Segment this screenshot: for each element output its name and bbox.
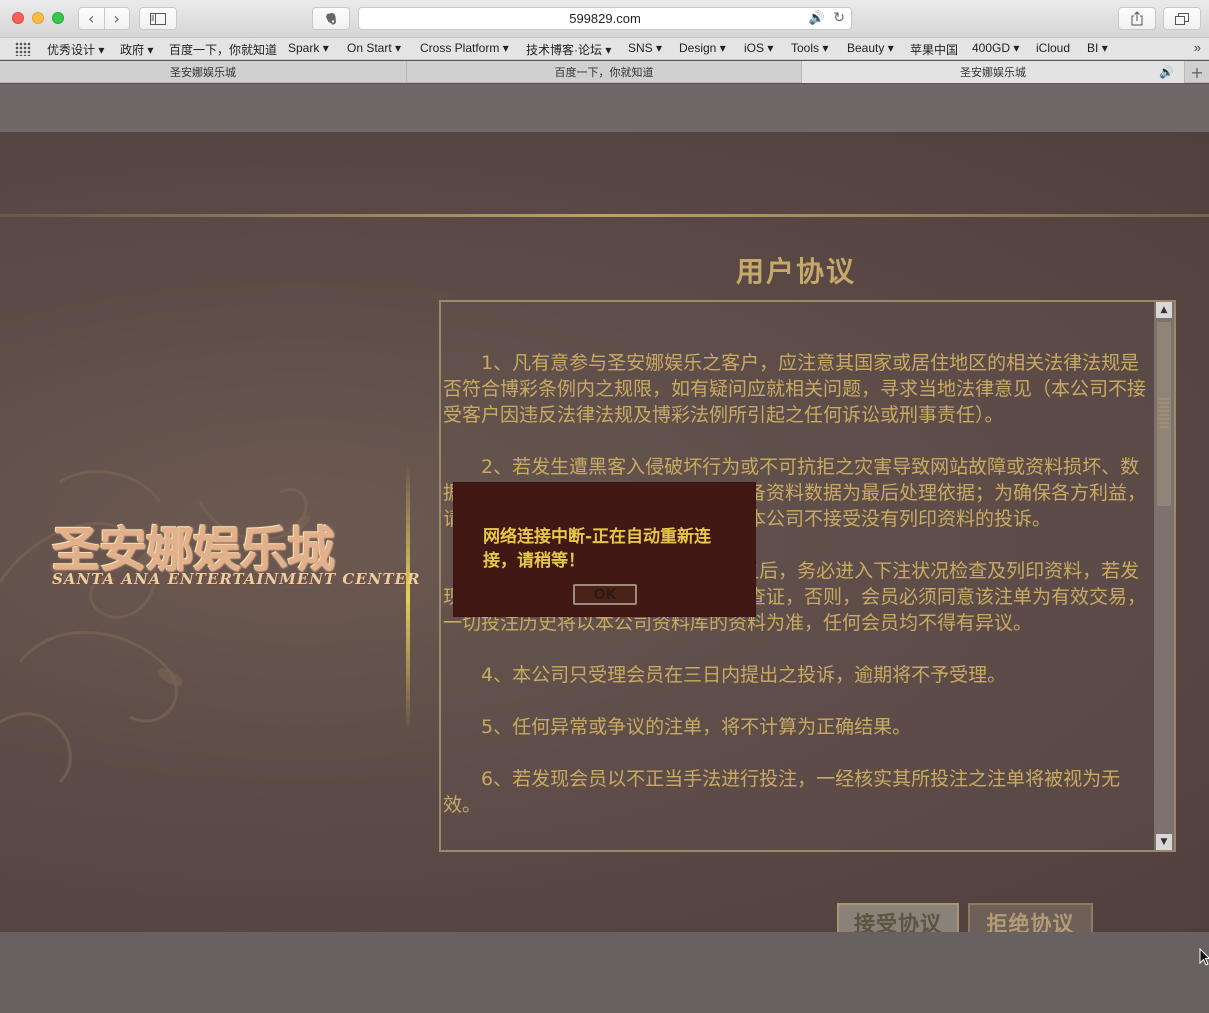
page-bottom-band <box>0 932 1209 1013</box>
window-zoom-button[interactable] <box>52 12 64 24</box>
bookmarks-overflow-icon[interactable]: » <box>1194 40 1201 55</box>
site-logo-subtitle: SANTA ANA ENTERTAINMENT CENTER <box>52 570 421 588</box>
bookmark-item[interactable]: 技术博客·论坛 ▾ <box>526 41 611 58</box>
scrollbar-grip-icon <box>1159 398 1169 430</box>
sidebar-toggle-button[interactable] <box>139 7 177 30</box>
bookmark-item[interactable]: 优秀设计 ▾ <box>47 41 104 58</box>
alert-message: 网络连接中断-正在自动重新连接，请稍等！ <box>483 527 712 571</box>
tab-santa-ana-active[interactable]: 圣安娜娱乐城 🔊 <box>802 61 1185 83</box>
bookmark-item[interactable]: Tools ▾ <box>791 41 828 55</box>
new-tab-button[interactable]: + <box>1185 61 1209 83</box>
agreement-scrollbar[interactable]: ▲ ▼ <box>1154 302 1174 850</box>
extension-button[interactable] <box>312 7 350 30</box>
chevron-down-icon: ▾ <box>719 41 726 55</box>
reload-icon[interactable]: ↻ <box>833 9 845 26</box>
chevron-down-icon: ▾ <box>98 43 105 57</box>
bookmark-item[interactable]: 百度一下，你就知道 <box>169 41 277 58</box>
chevron-down-icon: ▾ <box>767 41 774 55</box>
chevron-down-icon: ▾ <box>147 43 154 57</box>
alert-ok-button[interactable]: OK <box>573 584 637 605</box>
agreement-paragraph: 4、本公司只受理会员在三日内提出之投诉，逾期将不予受理。 <box>481 664 1007 686</box>
bookmark-item[interactable]: 400GD ▾ <box>972 41 1019 55</box>
back-button[interactable]: ‹ <box>79 8 105 29</box>
gold-divider-top <box>0 214 1209 217</box>
bookmark-item[interactable]: 政府 ▾ <box>120 41 153 58</box>
show-tabs-button[interactable] <box>1163 7 1201 30</box>
bookmark-item[interactable]: Beauty ▾ <box>847 41 894 55</box>
bookmark-item[interactable]: iOS ▾ <box>744 41 773 55</box>
tab-bar: 圣安娜娱乐城 百度一下，你就知道 圣安娜娱乐城 🔊 + <box>0 61 1209 83</box>
share-icon <box>1131 11 1143 26</box>
window-minimize-button[interactable] <box>32 12 44 24</box>
bookmark-item[interactable]: Design ▾ <box>679 41 726 55</box>
chevron-down-icon: ▾ <box>656 41 663 55</box>
chevron-down-icon: ▾ <box>502 41 509 55</box>
agreement-title: 用户协议 <box>736 255 857 288</box>
agreement-paragraph: 6、若发现会员以不正当手法进行投注，一经核实其所投注之注单将被视为无效。 <box>443 768 1121 816</box>
bookmark-item[interactable]: 苹果中国 <box>910 41 958 58</box>
chevron-down-icon: ▾ <box>887 41 894 55</box>
chevron-down-icon: ▾ <box>1013 41 1020 55</box>
scroll-down-icon[interactable]: ▼ <box>1156 834 1172 850</box>
scroll-up-icon[interactable]: ▲ <box>1156 302 1172 318</box>
bookmark-item[interactable]: iCloud <box>1036 41 1070 55</box>
chevron-down-icon: ▾ <box>1101 41 1108 55</box>
chevron-down-icon: ▾ <box>605 43 612 57</box>
connection-alert-dialog: 网络连接中断-正在自动重新连接，请稍等！ OK <box>453 482 756 617</box>
agreement-paragraph: 1、凡有意参与圣安娜娱乐之客户，应注意其国家或居住地区的相关法律法规是否符合博彩… <box>443 352 1147 426</box>
bookmark-item[interactable]: Spark ▾ <box>288 41 329 55</box>
browser-toolbar: ‹ › 599829.com 🔊 ↻ <box>0 0 1209 38</box>
page-top-band <box>0 84 1209 132</box>
tabs-overview-icon <box>1175 12 1189 25</box>
share-button[interactable] <box>1118 7 1156 30</box>
chevron-down-icon: ▾ <box>322 41 329 55</box>
url-text: 599829.com <box>569 11 641 26</box>
tab-baidu[interactable]: 百度一下，你就知道 <box>407 61 802 83</box>
vertical-glow-divider <box>406 462 410 732</box>
bookmark-item[interactable]: Cross Platform ▾ <box>420 41 509 55</box>
window-close-button[interactable] <box>12 12 24 24</box>
chevron-down-icon: ▾ <box>822 41 829 55</box>
evernote-icon <box>326 12 336 25</box>
bookmarks-bar: 优秀设计 ▾ 政府 ▾ 百度一下，你就知道 Spark ▾ On Start ▾… <box>0 38 1209 60</box>
tab-audio-icon[interactable]: 🔊 <box>1159 65 1174 79</box>
bookmark-item[interactable]: SNS ▾ <box>628 41 662 55</box>
tab-santa-ana-1[interactable]: 圣安娜娱乐城 <box>0 61 407 83</box>
sidebar-icon <box>150 12 166 25</box>
history-nav-group: ‹ › <box>78 7 130 30</box>
bookmark-item[interactable]: BI ▾ <box>1087 41 1108 55</box>
chevron-down-icon: ▾ <box>395 41 402 55</box>
address-bar[interactable]: 599829.com 🔊 ↻ <box>358 7 852 30</box>
bookmark-item[interactable]: On Start ▾ <box>347 41 401 55</box>
agreement-paragraph: 5、任何异常或争议的注单，将不计算为正确结果。 <box>481 716 912 738</box>
audio-playing-icon[interactable]: 🔊 <box>809 10 825 26</box>
apps-grid-icon[interactable] <box>15 42 31 56</box>
forward-button[interactable]: › <box>105 8 130 29</box>
mouse-cursor-icon <box>1199 948 1209 966</box>
